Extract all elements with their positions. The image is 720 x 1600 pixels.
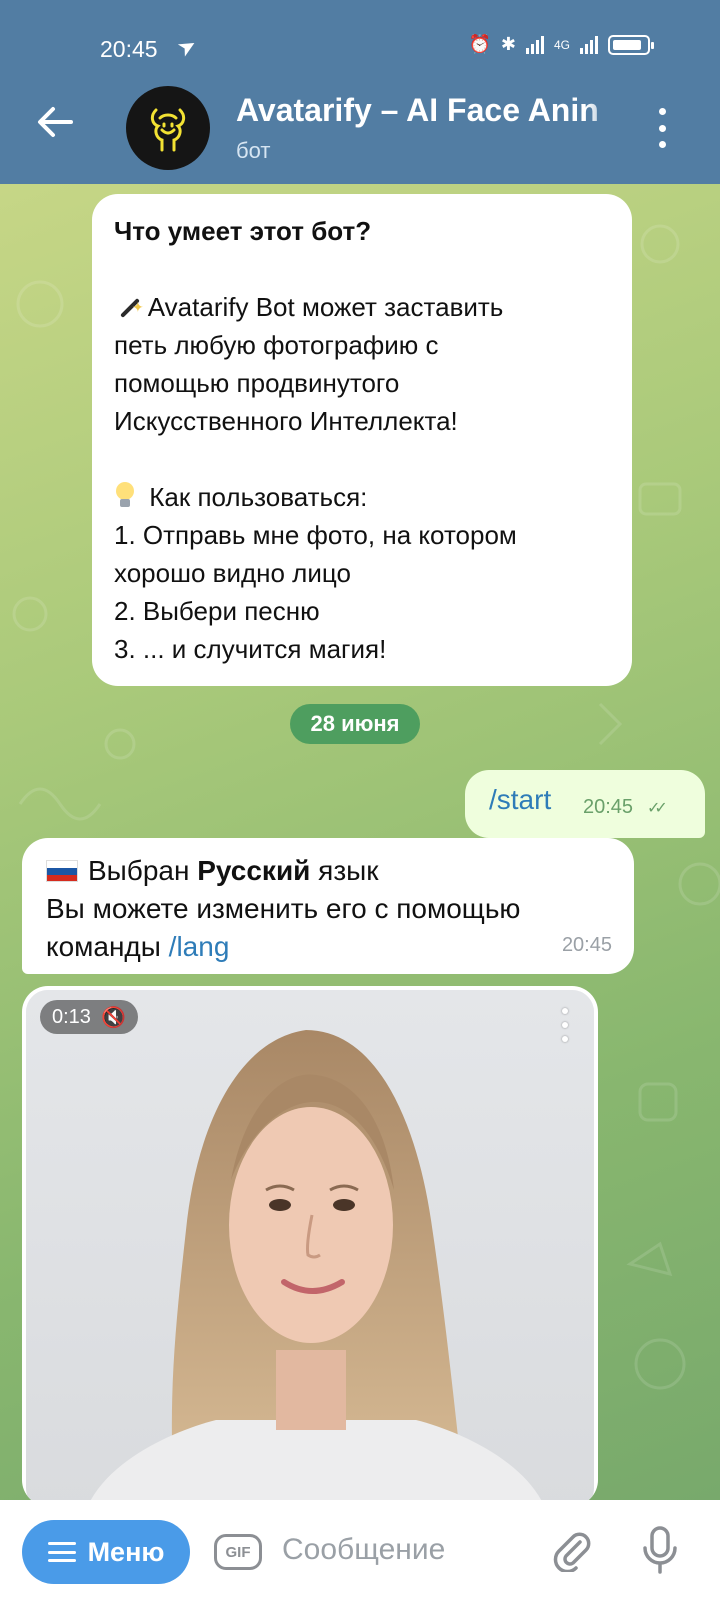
back-arrow-icon[interactable] xyxy=(35,102,75,142)
woman-portrait-image xyxy=(26,990,594,1500)
menu-button[interactable]: Меню xyxy=(22,1520,190,1584)
microphone-icon[interactable] xyxy=(640,1524,680,1576)
about-line: Искусственного Интеллекта! xyxy=(114,406,458,436)
about-line: Avatarify Bot может заставить xyxy=(147,292,504,322)
magic-wand-icon xyxy=(114,288,144,326)
telegram-send-icon: ➤ xyxy=(172,31,202,63)
message-time: 20:45 xyxy=(583,796,634,818)
message-input[interactable] xyxy=(282,1530,512,1570)
video-duration-badge[interactable]: 0:13 🔇 xyxy=(40,1000,138,1034)
lang-command-link[interactable]: /lang xyxy=(169,931,230,962)
about-howto: Как пользоваться: xyxy=(149,482,368,512)
status-icons: ⏰ ✱ 4G xyxy=(468,34,654,55)
lang-name: Русский xyxy=(197,855,311,886)
read-checkmarks-icon: ✓✓ xyxy=(647,800,668,817)
cell-signal-icon xyxy=(580,35,598,54)
message-composer: Меню GIF xyxy=(0,1500,720,1600)
wifi-signal-icon xyxy=(525,35,544,54)
muted-speaker-icon[interactable]: 🔇 xyxy=(101,1005,126,1030)
status-bar: 20:45 ➤ ⏰ ✱ 4G xyxy=(0,28,720,68)
chat-title[interactable]: Avatarify – AI Face Anin xyxy=(236,92,626,129)
attach-paperclip-icon[interactable] xyxy=(550,1528,594,1572)
app-header: 20:45 ➤ ⏰ ✱ 4G Avatarify – AI Face Anin … xyxy=(0,0,720,184)
language-message: Выбран Русский язык Вы можете изменить е… xyxy=(22,838,634,974)
status-time: 20:45 xyxy=(100,36,158,62)
chat-subtitle: бот xyxy=(236,138,271,163)
alarm-icon: ⏰ xyxy=(468,34,491,54)
russian-flag-icon xyxy=(46,860,78,882)
menu-lines-icon xyxy=(47,1542,76,1562)
message-time: 20:45 xyxy=(561,934,612,956)
more-options-icon[interactable] xyxy=(652,108,672,148)
avatarify-logo-icon xyxy=(150,108,186,152)
lang-prefix: Выбран xyxy=(88,855,190,886)
lang-line2: Вы можете изменить его с помощью xyxy=(46,893,521,924)
video-message[interactable]: 0:13 🔇 xyxy=(22,986,598,1500)
about-step: 1. Отправь мне фото, на котором xyxy=(114,520,517,550)
outgoing-message-text[interactable]: /start xyxy=(489,784,551,816)
bluetooth-icon: ✱ xyxy=(500,34,516,54)
light-bulb-icon xyxy=(114,482,134,510)
video-duration: 0:13 xyxy=(52,1005,91,1028)
about-title: Что умеет этот бот? xyxy=(114,216,372,246)
date-separator: 28 июня xyxy=(290,704,420,744)
about-line: помощью продвинутого xyxy=(114,368,400,398)
video-preview[interactable]: 0:13 🔇 xyxy=(26,990,594,1500)
lang-line3: команды xyxy=(46,931,161,962)
battery-icon xyxy=(608,34,654,55)
network-type: 4G xyxy=(553,37,570,52)
chat-area[interactable]: Что умеет этот бот? Avatarify Bot может … xyxy=(0,184,720,1500)
bot-description-message: Что умеет этот бот? Avatarify Bot может … xyxy=(92,194,632,686)
outgoing-message[interactable]: /start 20:45 ✓✓ xyxy=(465,770,705,838)
menu-button-label: Меню xyxy=(87,1536,165,1567)
about-line: петь любую фотографию с xyxy=(114,330,439,360)
about-step: хорошо видно лицо xyxy=(114,558,351,588)
video-options-icon[interactable] xyxy=(560,1008,570,1042)
gif-button[interactable]: GIF xyxy=(214,1534,262,1570)
about-step: 3. ... и случится магия! xyxy=(114,634,387,664)
bot-avatar[interactable] xyxy=(126,86,210,170)
lang-suffix: язык xyxy=(318,855,379,886)
about-step: 2. Выбери песню xyxy=(114,596,320,626)
